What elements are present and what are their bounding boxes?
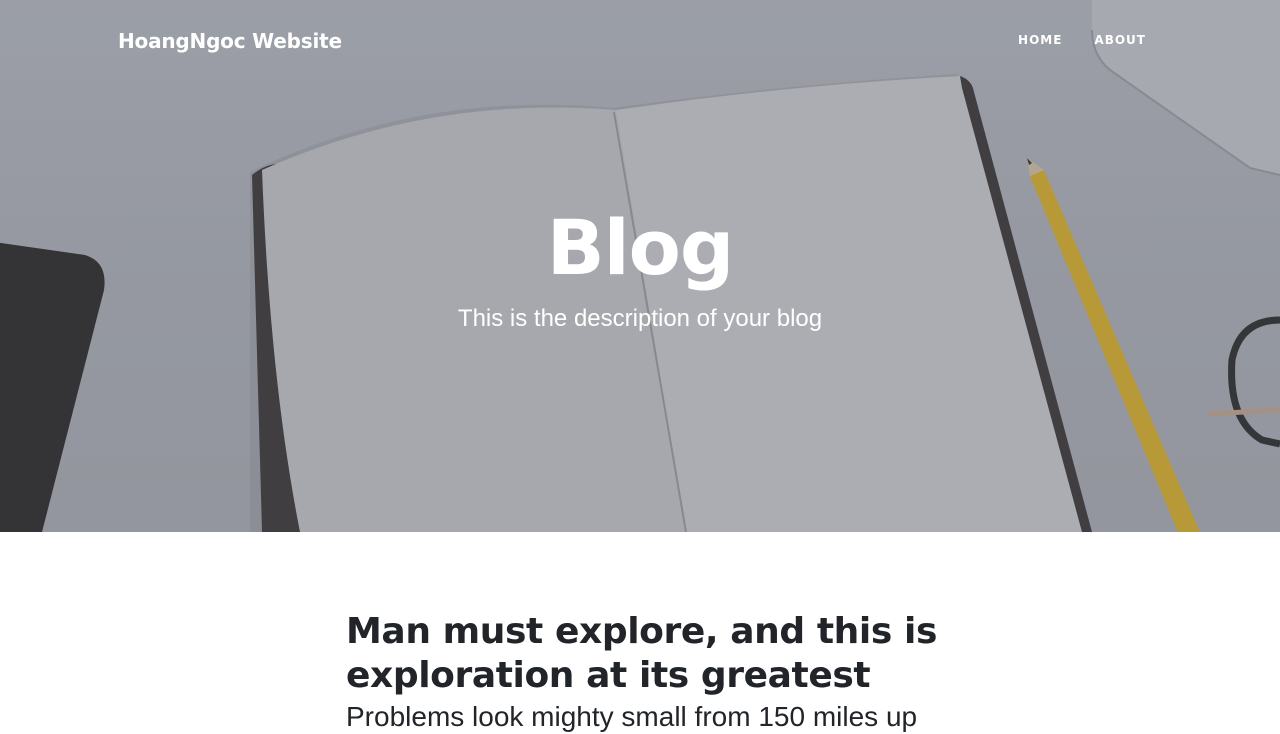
post-subtitle: Problems look mighty small from 150 mile…	[346, 701, 918, 732]
navbar: HoangNgoc Website HOME ABOUT	[0, 0, 1280, 82]
post-list: Man must explore, and this is exploratio…	[346, 610, 946, 734]
site-title: Blog	[546, 203, 735, 292]
post-preview: Man must explore, and this is exploratio…	[346, 610, 946, 734]
site-heading: Blog This is the description of your blo…	[0, 196, 1280, 336]
site-subtitle: This is the description of your blog	[457, 305, 823, 332]
nav-link-home[interactable]: HOME	[1018, 32, 1062, 48]
nav-links: HOME ABOUT	[1018, 32, 1146, 48]
brand-link[interactable]: HoangNgoc Website	[118, 27, 342, 55]
post-title-link[interactable]: Man must explore, and this is exploratio…	[346, 610, 946, 698]
nav-link-about[interactable]: ABOUT	[1094, 32, 1146, 48]
page-header: HoangNgoc Website HOME ABOUT Blog This i…	[0, 0, 1280, 532]
